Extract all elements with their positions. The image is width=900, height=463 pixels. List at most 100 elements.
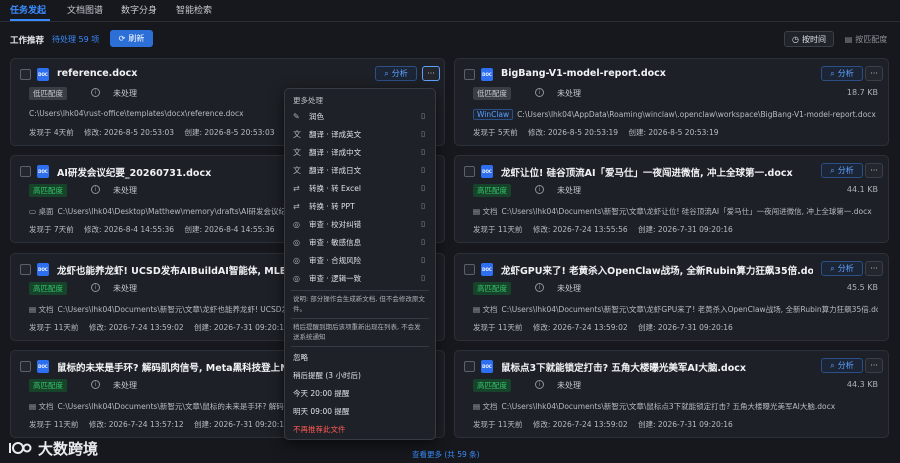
match-badge: 低匹配度 <box>473 87 511 100</box>
card-checkbox[interactable] <box>20 361 31 372</box>
card-checkbox[interactable] <box>464 166 475 177</box>
sort-by-time-button[interactable]: ◷ 按时间 <box>784 31 834 47</box>
menu-item-convert-excel[interactable]: ⇄ 转换 · 转 Excel ▯ <box>285 179 435 197</box>
menu-item-review-proofread[interactable]: ◎ 审查 · 校对纠错 ▯ <box>285 215 435 233</box>
info-icon[interactable]: i <box>91 283 100 292</box>
card-title: 鼠标的未来是手环? 解码肌肉信号, Meta黑科技登上Nature.docx <box>57 363 285 374</box>
info-icon[interactable]: i <box>91 380 100 389</box>
analyze-button[interactable]: ⌕ 分析 <box>821 358 863 373</box>
file-size: 44.3 KB <box>846 380 878 389</box>
modified-time: 修改: 2026-8-4 14:55:36 <box>84 225 175 234</box>
card-checkbox[interactable] <box>20 166 31 177</box>
tab-task[interactable]: 任务发起 <box>10 3 46 16</box>
card-title: 龙虾也能养龙虾! UCSD发布AIBuildAI智能体, MLE-Bench登顶… <box>57 266 285 277</box>
match-badge: 低匹配度 <box>29 87 67 100</box>
info-icon[interactable]: i <box>91 185 100 194</box>
match-badge: 高匹配度 <box>473 282 511 295</box>
shield-check-icon: ◎ <box>293 255 300 265</box>
found-time: 发现于 4天前 <box>29 128 74 137</box>
modified-time: 修改: 2026-7-24 13:55:56 <box>532 225 628 234</box>
more-actions-button[interactable]: ··· <box>865 261 883 276</box>
document-icon: ▯ <box>421 274 425 282</box>
analyze-button[interactable]: ⌕ 分析 <box>821 261 863 276</box>
menu-item-review-compliance[interactable]: ◎ 审查 · 合规风险 ▯ <box>285 251 435 269</box>
menu-divider <box>291 290 429 291</box>
info-icon[interactable]: i <box>535 283 544 292</box>
status-text: 未处理 <box>557 89 581 98</box>
file-path-row: ▤ 文档 C:\Users\lhk04\Documents\新智元\文章\鼠标点3… <box>473 401 878 413</box>
file-path: C:\Users\lhk04\Documents\新智元\文章\龙虾GPU来了!… <box>501 305 878 314</box>
card-checkbox[interactable] <box>464 69 475 80</box>
location-tag: ▤ 文档 <box>473 304 497 315</box>
pending-count: 待处理 59 项 <box>52 35 100 44</box>
docx-icon: DOC <box>481 165 493 178</box>
view-more-link[interactable]: 查看更多 (共 59 条) <box>412 449 480 460</box>
match-badge: 高匹配度 <box>29 379 67 392</box>
menu-item-review-sensitive[interactable]: ◎ 审查 · 敏感信息 ▯ <box>285 233 435 251</box>
info-icon[interactable]: i <box>91 88 100 97</box>
location-tag: ▤ 文档 <box>29 401 53 412</box>
search-icon: ⌕ <box>830 263 835 273</box>
card-checkbox[interactable] <box>464 264 475 275</box>
analyze-label: 分析 <box>837 264 854 273</box>
docx-icon: DOC <box>37 360 49 373</box>
menu-note: 说明: 部分操作会生成新文档, 但不会修改原文件。 <box>293 295 425 313</box>
sort-by-match-button[interactable]: ▤ 按匹配度 <box>838 31 894 47</box>
sort-match-label: 按匹配度 <box>855 34 888 44</box>
menu-item-remind-today[interactable]: 今天 20:00 提醒 <box>293 388 349 399</box>
match-badge: 高匹配度 <box>473 184 511 197</box>
menu-item-polish[interactable]: ✎ 润色 ▯ <box>285 107 435 125</box>
refresh-label: 刷新 <box>128 34 145 43</box>
tab-digital-twin[interactable]: 数字分身 <box>121 3 157 16</box>
location-tag: ▤ 文档 <box>473 401 497 412</box>
more-actions-button[interactable]: ··· <box>865 163 883 178</box>
more-actions-button[interactable]: ··· <box>865 66 883 81</box>
modified-time: 修改: 2026-7-24 13:57:12 <box>88 420 184 429</box>
menu-item-translate-zh[interactable]: 文 翻译 · 译成中文 ▯ <box>285 143 435 161</box>
found-time: 发现于 11天前 <box>473 323 523 332</box>
file-path-row: ▤ 文档 C:\Users\lhk04\Documents\新智元\文章\龙虾让位… <box>473 206 878 218</box>
info-icon[interactable]: i <box>535 88 544 97</box>
analyze-label: 分析 <box>837 361 854 370</box>
menu-item-ignore[interactable]: 忽略 <box>293 352 308 363</box>
menu-item-remind-tomorrow[interactable]: 明天 09:00 提醒 <box>293 406 349 417</box>
menu-item-never-recommend[interactable]: 不再推荐此文件 <box>293 424 346 435</box>
menu-item-label: 翻译 · 译成中文 <box>309 147 362 157</box>
card-checkbox[interactable] <box>20 69 31 80</box>
refresh-button[interactable]: ⟳ 刷新 <box>110 30 153 47</box>
recommendation-card: DOC 鼠标点3下就能锁定打击? 五角大楼曝光美军AI大脑.docx ⌕ 分析 ·… <box>454 350 889 438</box>
analyze-label: 分析 <box>837 166 854 175</box>
found-time: 发现于 11天前 <box>473 420 523 429</box>
menu-header: 更多处理 <box>293 96 323 105</box>
recommendation-card: DOC BigBang-V1-model-report.docx ⌕ 分析 ···… <box>454 58 889 146</box>
analyze-button[interactable]: ⌕ 分析 <box>375 66 417 81</box>
menu-item-review-logic[interactable]: ◎ 审查 · 逻辑一致 ▯ <box>285 269 435 287</box>
menu-item-convert-ppt[interactable]: ⇄ 转换 · 转 PPT ▯ <box>285 197 435 215</box>
recommendation-card: DOC 龙虾GPU来了! 老黄杀入OpenClaw战场, 全新Rubin算力狂飙… <box>454 253 889 341</box>
document-icon: ▯ <box>421 112 425 120</box>
menu-item-remind-later[interactable]: 稍后提醒 (3 小时后) <box>293 370 361 381</box>
analyze-button[interactable]: ⌕ 分析 <box>821 66 863 81</box>
analyze-button[interactable]: ⌕ 分析 <box>821 163 863 178</box>
card-title: 鼠标点3下就能锁定打击? 五角大楼曝光美军AI大脑.docx <box>501 363 747 374</box>
convert-icon: ⇄ <box>293 183 300 193</box>
file-size: 45.5 KB <box>846 283 878 292</box>
menu-item-translate-en[interactable]: 文 翻译 · 译成英文 ▯ <box>285 125 435 143</box>
refresh-icon: ⟳ <box>118 34 126 43</box>
location-tag: ▤ 文档 <box>473 206 497 217</box>
status-text: 未处理 <box>113 381 137 390</box>
tab-smart-search[interactable]: 智能检索 <box>176 3 212 16</box>
info-icon[interactable]: i <box>535 380 544 389</box>
more-actions-button[interactable]: ··· <box>422 66 440 81</box>
docx-icon: DOC <box>481 263 493 276</box>
menu-item-translate-ja[interactable]: 文 翻译 · 译成日文 ▯ <box>285 161 435 179</box>
card-checkbox[interactable] <box>20 264 31 275</box>
brand-logo: 大数跨境 <box>8 437 98 459</box>
card-checkbox[interactable] <box>464 361 475 372</box>
document-icon: ▯ <box>421 256 425 264</box>
status-text: 未处理 <box>113 284 137 293</box>
more-actions-button[interactable]: ··· <box>865 358 883 373</box>
status-text: 未处理 <box>113 186 137 195</box>
tab-doc-graph[interactable]: 文档图谱 <box>67 3 103 16</box>
info-icon[interactable]: i <box>535 185 544 194</box>
